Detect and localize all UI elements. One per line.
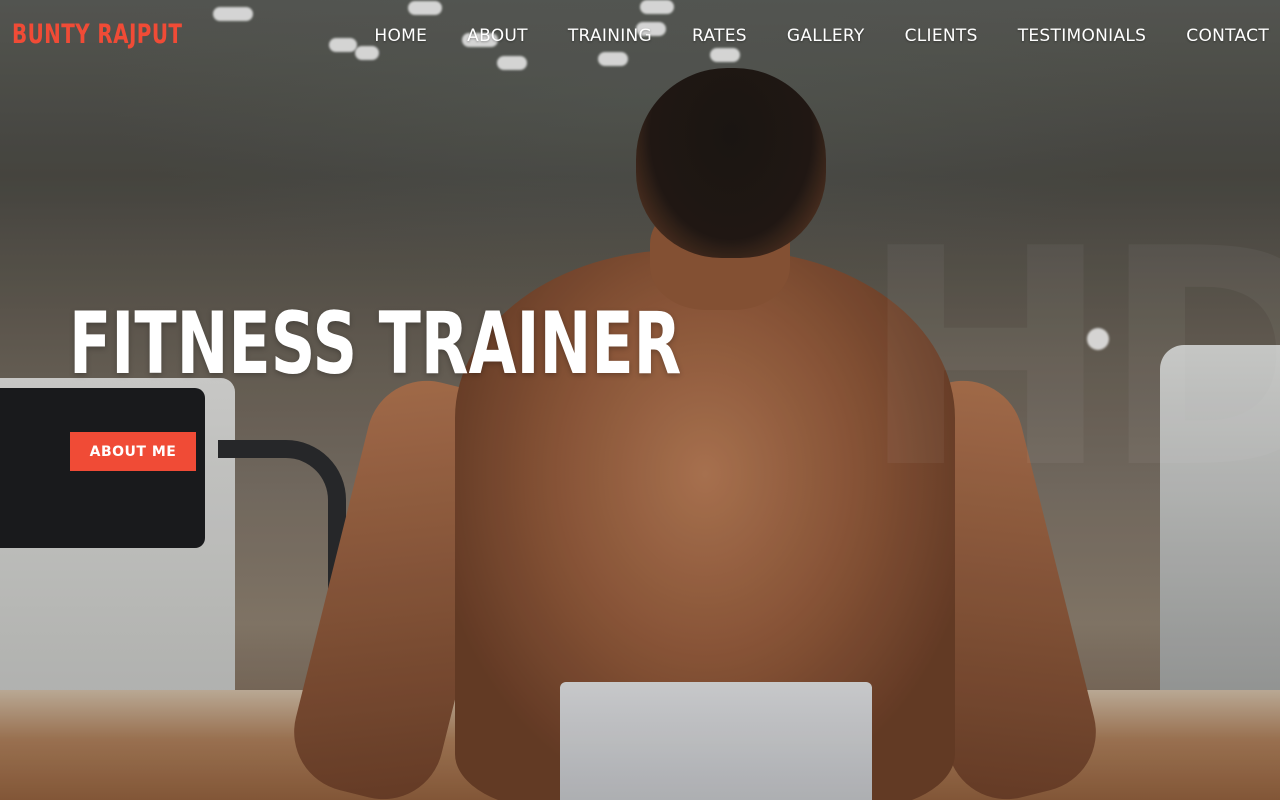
main-nav: HOME ABOUT TRAINING RATES GALLERY CLIENT…: [334, 24, 1269, 48]
hero-section: HD BUNTY RAJPUT HOME ABOUT TRAINING RATE…: [0, 0, 1280, 800]
nav-link-rates[interactable]: RATES: [692, 24, 747, 48]
about-me-button[interactable]: ABOUT ME: [70, 432, 196, 471]
hero-title: FITNESS TRAINER: [69, 294, 682, 394]
nav-link-contact[interactable]: CONTACT: [1186, 24, 1269, 48]
site-header: BUNTY RAJPUT HOME ABOUT TRAINING RATES G…: [0, 0, 1280, 72]
nav-link-training[interactable]: TRAINING: [568, 24, 652, 48]
site-logo[interactable]: BUNTY RAJPUT: [12, 18, 182, 52]
nav-link-home[interactable]: HOME: [374, 24, 427, 48]
hero-overlay: [0, 0, 1280, 800]
nav-link-gallery[interactable]: GALLERY: [787, 24, 865, 48]
nav-link-clients[interactable]: CLIENTS: [905, 24, 978, 48]
nav-link-testimonials[interactable]: TESTIMONIALS: [1018, 24, 1147, 48]
nav-link-about[interactable]: ABOUT: [467, 24, 528, 48]
